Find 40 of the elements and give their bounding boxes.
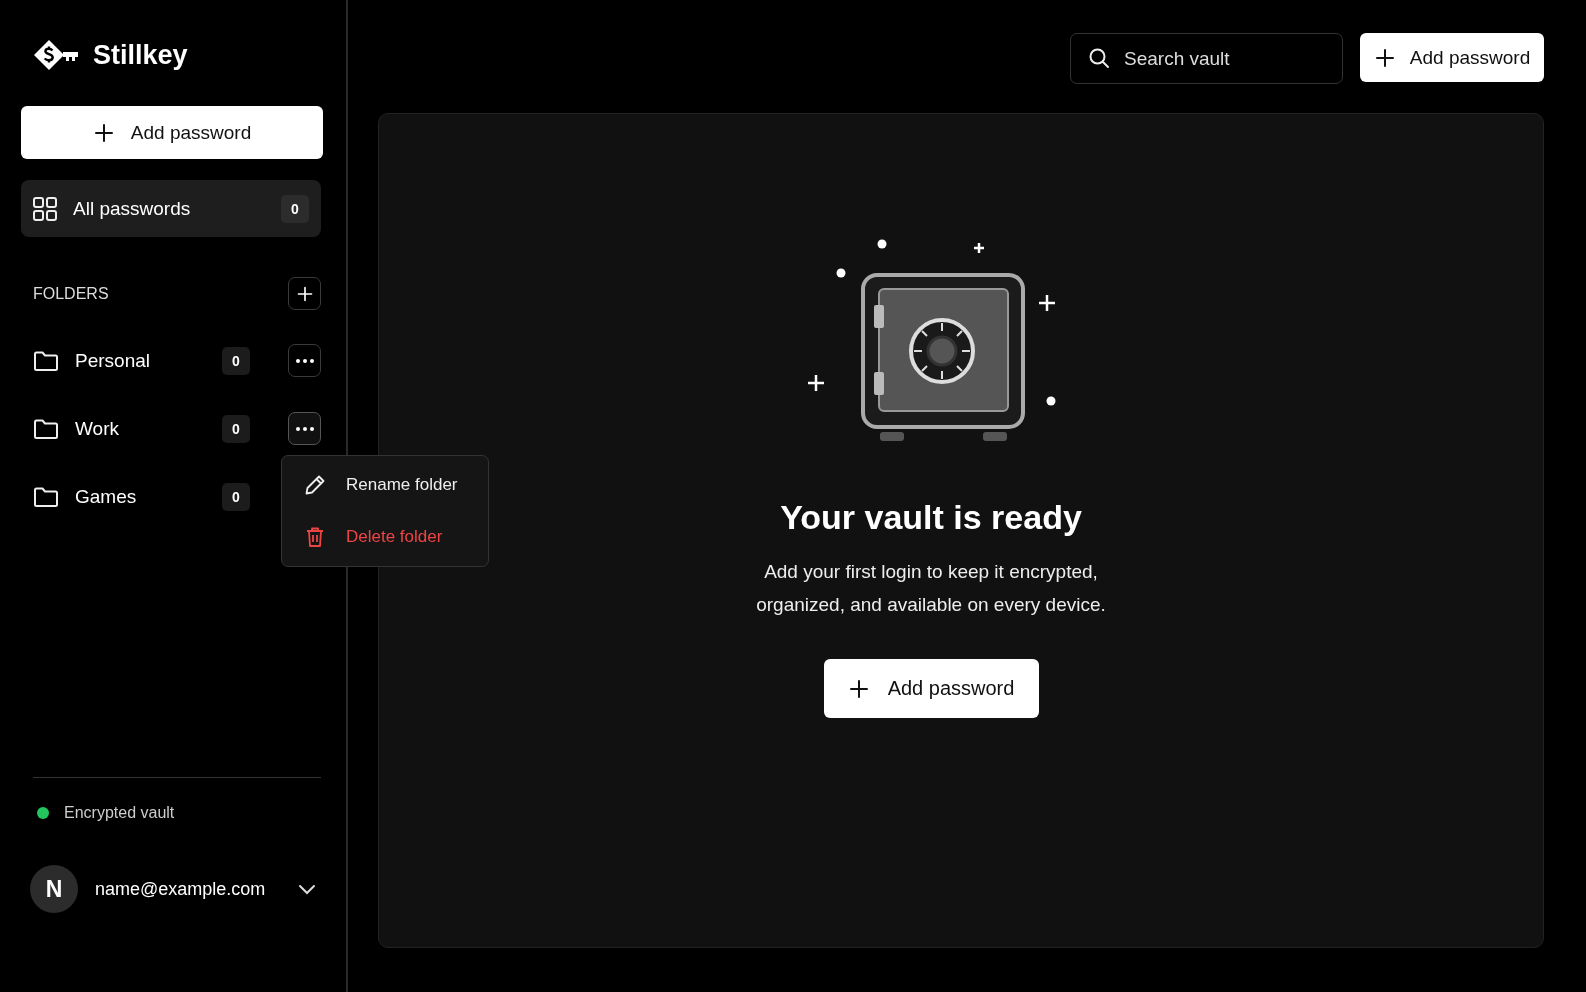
- more-button[interactable]: [288, 344, 321, 377]
- search-field[interactable]: Search vault: [1070, 33, 1343, 84]
- add-folder-button[interactable]: [288, 277, 321, 310]
- section-heading: FOLDERS: [33, 284, 109, 303]
- folder-icon: [33, 417, 59, 440]
- plus-icon: [847, 677, 870, 700]
- folder-name[interactable]: Games: [75, 485, 137, 508]
- folder-name[interactable]: Work: [75, 417, 119, 440]
- add-password-button[interactable]: Add password: [21, 106, 323, 159]
- user-email[interactable]: name@example.com: [95, 878, 266, 900]
- folder-icon: [33, 349, 59, 372]
- search-icon: [1088, 47, 1110, 69]
- folder-icon: [33, 485, 59, 508]
- trash-icon: [304, 526, 326, 548]
- add-password-button[interactable]: Add password: [1360, 33, 1544, 82]
- plus-icon: [1373, 46, 1396, 69]
- grid-icon: [33, 196, 57, 221]
- menu-item[interactable]: Delete folder: [282, 522, 488, 552]
- key-logo-icon: [33, 39, 79, 71]
- more-icon: [295, 358, 314, 363]
- folder-name[interactable]: Personal: [75, 349, 150, 372]
- avatar[interactable]: N: [30, 865, 78, 913]
- status-text: Encrypted vault: [64, 804, 175, 822]
- add-password-button[interactable]: Add password: [823, 659, 1039, 718]
- count-badge: 0: [222, 414, 250, 443]
- count-badge: 0: [281, 194, 309, 223]
- pencil-icon: [304, 474, 326, 496]
- empty-state-title: Your vault is ready: [780, 498, 1082, 537]
- more-icon: [295, 426, 314, 431]
- chevron-down-icon[interactable]: [298, 883, 317, 895]
- nav-item[interactable]: All passwords 0: [21, 180, 321, 237]
- nav-label: All passwords: [73, 197, 191, 220]
- plus-icon: [295, 284, 314, 303]
- menu-item[interactable]: Rename folder: [282, 470, 488, 500]
- count-badge: 0: [222, 346, 250, 375]
- app-name: Stillkey: [93, 39, 188, 71]
- plus-icon: [92, 121, 115, 144]
- count-badge: 0: [222, 482, 250, 511]
- more-button[interactable]: [288, 412, 321, 445]
- empty-state-text: Add your first login to keep it encrypted, organized, and available on every device.: [755, 560, 1107, 617]
